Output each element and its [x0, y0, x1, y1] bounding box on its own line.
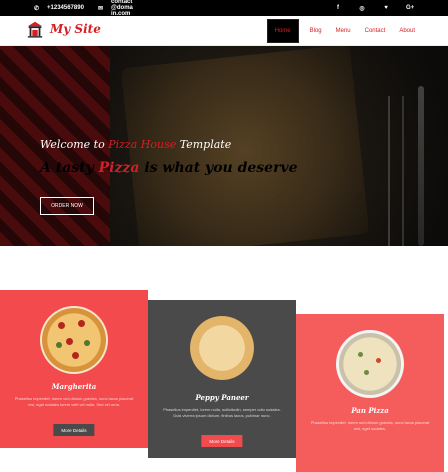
card-description: Phasellus imperdiet, lorem sed dictum gr…	[310, 420, 430, 431]
hero-welcome: Welcome to Pizza House Template	[40, 138, 231, 151]
nav-blog[interactable]: Blog	[303, 28, 329, 34]
tagline-start: A tasty	[40, 160, 99, 176]
card-peppy-paneer: Peppy Paneer Phasellus imperdiet, lorem …	[148, 300, 296, 458]
nav-home[interactable]: Home	[266, 19, 299, 43]
social-links: f ◎ ♥ G+	[334, 0, 414, 16]
site-header: My Site Home Blog Menu Contact About	[0, 16, 448, 46]
pan-pizza-image	[336, 330, 404, 398]
hero-template-text: Template	[176, 138, 232, 151]
instagram-icon[interactable]: ◎	[358, 5, 366, 12]
phone-contact[interactable]: ✆ +1234567890	[34, 0, 84, 16]
card-description: Phasellus imperdiet, lorem sed dictum gr…	[14, 396, 134, 407]
nav-about[interactable]: About	[392, 28, 422, 34]
phone-icon: ✆	[34, 5, 40, 12]
mail-icon: ✉	[98, 5, 104, 12]
peppy-paneer-pizza-image	[190, 316, 254, 380]
nav-contact[interactable]: Contact	[358, 28, 393, 34]
card-title: Pan Pizza	[351, 406, 389, 415]
hero-banner: Welcome to Pizza House Template A tasty …	[0, 46, 448, 246]
top-bar: ✆ +1234567890 ✉ contact@domain.com f ◎ ♥…	[0, 0, 448, 17]
margherita-pizza-image	[40, 306, 108, 374]
card-description: Phasellus imperdiet, lorem nulla, sollic…	[163, 407, 281, 418]
pizza-cards: Margherita Phasellus imperdiet, lorem se…	[0, 290, 448, 472]
phone-number: +1234567890	[47, 5, 84, 11]
heart-icon[interactable]: ♥	[382, 5, 390, 11]
logo-text: My Site	[50, 22, 101, 36]
email-address: contact@domain.com	[111, 0, 133, 17]
more-details-button[interactable]: More Details	[53, 424, 95, 436]
hero-brand: Pizza House	[108, 138, 177, 151]
pizza-house-icon	[27, 21, 43, 38]
email-contact[interactable]: ✉ contact@domain.com	[98, 0, 133, 17]
card-pan-pizza: Pan Pizza Phasellus imperdiet, lorem sed…	[296, 314, 444, 472]
site-logo[interactable]: My Site	[26, 20, 101, 38]
hero-tagline: A tasty Pizza is what you deserve	[40, 160, 298, 176]
card-title: Margherita	[51, 382, 97, 391]
nav-menu[interactable]: Menu	[329, 28, 358, 34]
google-plus-icon[interactable]: G+	[406, 5, 414, 11]
card-title: Peppy Paneer	[195, 393, 249, 402]
tagline-pizza: Pizza	[98, 160, 140, 176]
card-margherita: Margherita Phasellus imperdiet, lorem se…	[0, 290, 148, 448]
order-now-button[interactable]: ORDER NOW	[40, 197, 94, 215]
hero-welcome-text: Welcome to	[40, 138, 109, 151]
facebook-icon[interactable]: f	[334, 5, 342, 11]
main-nav: Home Blog Menu Contact About	[266, 16, 422, 46]
more-details-button[interactable]: More Details	[201, 435, 243, 447]
tagline-end: is what you deserve	[139, 160, 298, 176]
